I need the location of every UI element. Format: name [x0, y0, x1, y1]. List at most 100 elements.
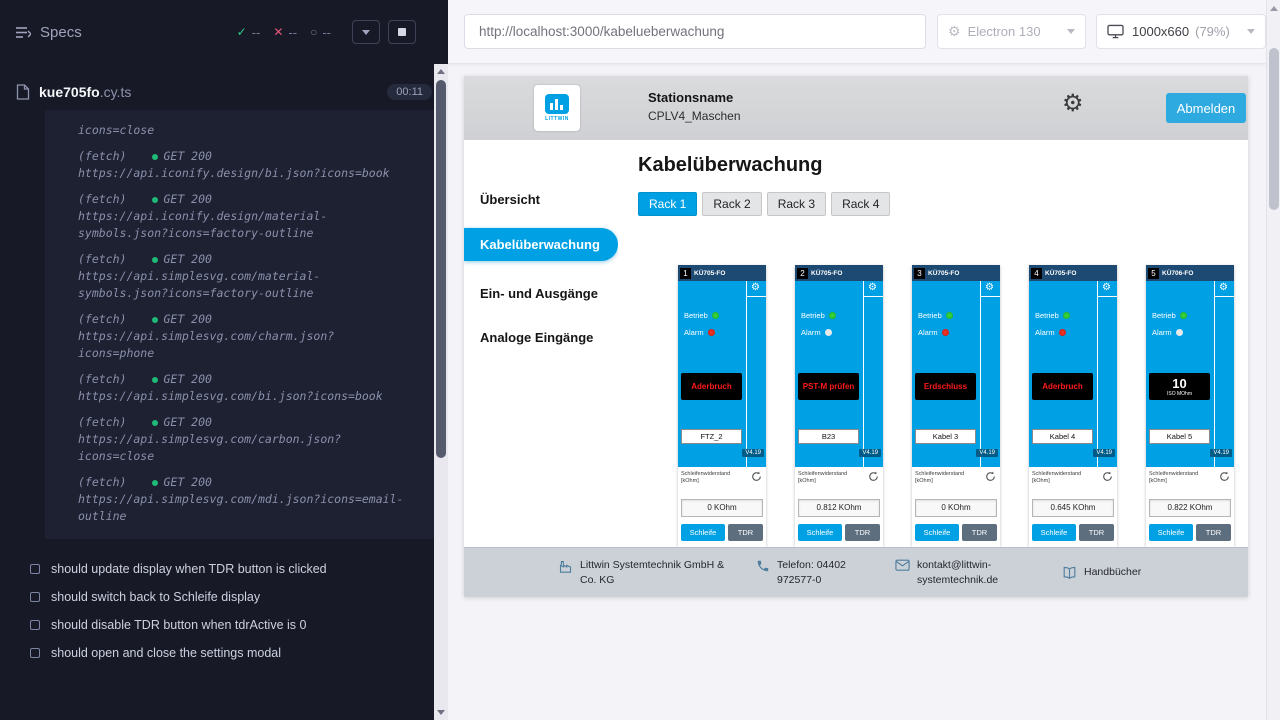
spec-file-row[interactable]: kue705fo.cy.ts 00:11 [16, 84, 432, 100]
cable-name-field[interactable]: Kabel 4 [1032, 429, 1093, 444]
off-led-icon [1176, 329, 1183, 336]
status-dot-icon [152, 154, 158, 160]
scroll-up-icon[interactable] [1270, 6, 1278, 11]
logout-button[interactable]: Abmelden [1166, 93, 1246, 123]
device-card: 5 KÜ706-FO ⚙ Betrieb Alarm 10ISO MOhm Ka… [1146, 265, 1234, 547]
scroll-up-icon[interactable] [437, 69, 445, 74]
refresh-icon[interactable] [1219, 471, 1230, 482]
monitor-icon [1107, 24, 1124, 39]
sidebar-item-analoge-eingaenge[interactable]: Analoge Eingänge [480, 330, 593, 345]
device-cards: 1 KÜ705-FO ⚙ Betrieb Alarm Aderbruch FTZ… [678, 265, 1234, 547]
sidebar-item-kabelueberwachung[interactable]: Kabelüberwachung [464, 228, 618, 261]
cable-name-field[interactable]: B23 [798, 429, 859, 444]
test-stats: ✓-- ✕-- ○-- [237, 20, 416, 44]
log-entry[interactable]: (fetch)GET 200 https://api.simplesvg.com… [78, 414, 426, 465]
tdr-button[interactable]: TDR [1196, 524, 1231, 541]
status-display: PST-M prüfen [798, 373, 859, 400]
red-led-icon [708, 329, 715, 336]
device-settings-icon[interactable]: ⚙ [751, 282, 760, 294]
device-panel: ⚙ Betrieb Alarm PST-M prüfen B23 V4.19 [795, 281, 883, 467]
tdr-button[interactable]: TDR [962, 524, 997, 541]
device-card: 3 KÜ705-FO ⚙ Betrieb Alarm Erdschluss Ka… [912, 265, 1000, 547]
app-main: Kabelüberwachung Rack 1 Rack 2 Rack 3 Ra… [618, 140, 1248, 547]
log-url-tail[interactable]: icons=close [78, 122, 426, 139]
app-under-test: LITTWIN Stationsname CPLV4_Maschen ⚙ Abm… [464, 76, 1248, 597]
measurement-section: Schleifenwiderstand [kOhm] 0.822 KOhm Sc… [1146, 467, 1234, 547]
device-panel: ⚙ Betrieb Alarm Erdschluss Kabel 3 V4.19 [912, 281, 1000, 467]
tab-rack-3[interactable]: Rack 3 [767, 192, 826, 216]
tab-rack-2[interactable]: Rack 2 [702, 192, 761, 216]
device-number: 3 [914, 268, 925, 279]
schleife-button[interactable]: Schleife [915, 524, 959, 541]
footer-manuals-link[interactable]: Handbücher [1062, 565, 1141, 580]
log-entry[interactable]: (fetch)GET 200 https://api.iconify.desig… [78, 148, 426, 182]
test-item[interactable]: should disable TDR button when tdrActive… [30, 611, 448, 639]
collapse-reporter-button[interactable] [352, 20, 380, 44]
littwin-logo: LITTWIN [534, 85, 580, 131]
url-input[interactable]: http://localhost:3000/kabelueberwachung [464, 14, 926, 49]
tab-rack-4[interactable]: Rack 4 [831, 192, 890, 216]
specs-button[interactable]: Specs [16, 24, 82, 41]
refresh-icon[interactable] [985, 471, 996, 482]
email-icon [895, 559, 910, 572]
browser-select[interactable]: ⚙ Electron 130 [937, 14, 1086, 49]
refresh-icon[interactable] [751, 471, 762, 482]
test-item[interactable]: should open and close the settings modal [30, 639, 448, 667]
refresh-icon[interactable] [1102, 471, 1113, 482]
log-entry[interactable]: (fetch)GET 200 https://api.iconify.desig… [78, 191, 426, 242]
settings-gear-icon[interactable]: ⚙ [1062, 92, 1084, 116]
status-dot-icon [152, 480, 158, 486]
electron-icon: ⚙ [948, 23, 961, 40]
log-entry[interactable]: (fetch)GET 200 https://api.simplesvg.com… [78, 371, 426, 405]
stop-run-button[interactable] [388, 20, 416, 44]
schleife-button[interactable]: Schleife [1032, 524, 1076, 541]
resistance-reading: 0.822 KOhm [1149, 499, 1231, 517]
browser-chrome: http://localhost:3000/kabelueberwachung … [448, 0, 1266, 64]
red-led-icon [942, 329, 949, 336]
check-icon: ✓ [237, 25, 247, 39]
device-settings-icon[interactable]: ⚙ [1219, 282, 1228, 294]
scrollbar-thumb[interactable] [1269, 48, 1279, 210]
schleife-button[interactable]: Schleife [798, 524, 842, 541]
log-entry[interactable]: (fetch)GET 200 https://api.simplesvg.com… [78, 311, 426, 362]
measurement-section: Schleifenwiderstand [kOhm] 0 KOhm Schlei… [678, 467, 766, 547]
device-settings-icon[interactable]: ⚙ [1102, 282, 1111, 294]
page-scrollbar[interactable] [1266, 0, 1280, 720]
sidebar-item-uebersicht[interactable]: Übersicht [480, 192, 540, 207]
viewport-size: 1000x660 [1132, 24, 1189, 39]
tdr-button[interactable]: TDR [728, 524, 763, 541]
tdr-button[interactable]: TDR [1079, 524, 1114, 541]
device-model: KÜ705-FO [811, 270, 880, 277]
log-url: https://api.simplesvg.com/carbon.json? i… [78, 431, 426, 465]
cable-name-field[interactable]: Kabel 5 [1149, 429, 1210, 444]
test-item[interactable]: should update display when TDR button is… [30, 555, 448, 583]
schleife-button[interactable]: Schleife [681, 524, 725, 541]
test-item[interactable]: should switch back to Schleife display [30, 583, 448, 611]
refresh-icon[interactable] [868, 471, 879, 482]
cable-name-field[interactable]: FTZ_2 [681, 429, 742, 444]
device-settings-icon[interactable]: ⚙ [868, 282, 877, 294]
test-icon [30, 592, 40, 602]
spec-file-name: kue705fo.cy.ts [39, 84, 131, 100]
scrollbar-thumb[interactable] [436, 80, 446, 458]
cable-name-field[interactable]: Kabel 3 [915, 429, 976, 444]
log-entry[interactable]: (fetch)GET 200 https://api.simplesvg.com… [78, 474, 426, 525]
log-entry[interactable]: (fetch)GET 200 https://api.simplesvg.com… [78, 251, 426, 302]
device-settings-icon[interactable]: ⚙ [985, 282, 994, 294]
viewport-select[interactable]: 1000x660 (79%) [1096, 14, 1266, 49]
footer-email[interactable]: kontakt@littwin-systemtechnik.de [895, 558, 1022, 586]
sidebar-item-ein-und-ausgaenge[interactable]: Ein- und Ausgänge [480, 286, 598, 301]
device-card: 4 KÜ705-FO ⚙ Betrieb Alarm Aderbruch Kab… [1029, 265, 1117, 547]
circle-icon: ○ [310, 25, 317, 39]
scroll-down-icon[interactable] [437, 710, 445, 715]
reporter-scrollbar[interactable] [434, 64, 448, 720]
device-side-panel: ⚙ [863, 281, 883, 467]
tdr-button[interactable]: TDR [845, 524, 880, 541]
off-led-icon [825, 329, 832, 336]
tab-rack-1[interactable]: Rack 1 [638, 192, 697, 216]
station-name: CPLV4_Maschen [648, 109, 741, 123]
rack-tabs: Rack 1 Rack 2 Rack 3 Rack 4 [638, 192, 890, 216]
viewport-zoom: (79%) [1195, 24, 1247, 39]
schleife-button[interactable]: Schleife [1149, 524, 1193, 541]
device-side-panel: ⚙ [1214, 281, 1234, 467]
